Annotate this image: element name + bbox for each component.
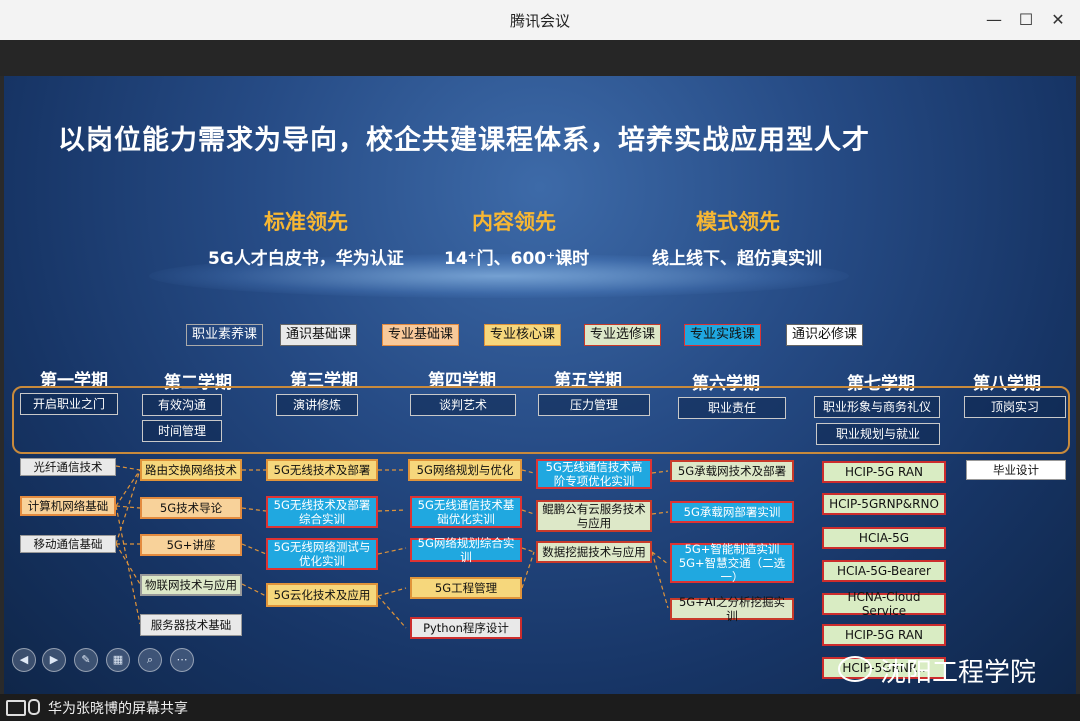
shared-slide: 以岗位能力需求为导向，校企共建课程体系，培养实战应用型人才 标准领先 5G人才白… xyxy=(4,76,1076,694)
course-card: 服务器技术基础 xyxy=(140,614,242,636)
close-button[interactable]: ✕ xyxy=(1044,6,1072,34)
course-card: 5G工程管理 xyxy=(410,577,522,599)
prev-icon[interactable]: ◀ xyxy=(12,648,36,672)
watermark: 沈阳工程学院 xyxy=(880,658,1037,688)
zoom-icon[interactable]: ⌕ xyxy=(138,648,162,672)
course-card: 毕业设计 xyxy=(966,460,1066,480)
course-card: HCIP-5G RAN xyxy=(822,624,946,646)
course-card: HCIA-5G-Bearer xyxy=(822,560,946,582)
wechat-icon xyxy=(838,656,872,682)
course-card: 路由交换网络技术 xyxy=(140,459,242,481)
course-card: 5G无线网络测试与优化实训 xyxy=(266,538,378,570)
course-card: 5G无线技术及部署 xyxy=(266,459,378,481)
course-card: 5G技术导论 xyxy=(140,497,242,519)
course-card: 物联网技术与应用 xyxy=(140,574,242,596)
maximize-button[interactable]: ☐ xyxy=(1012,6,1040,34)
course-card: 5G云化技术及应用 xyxy=(266,583,378,607)
course-card: 鲲鹏公有云服务技术与应用 xyxy=(536,500,652,532)
course-card: 光纤通信技术 xyxy=(20,458,116,476)
course-card: 5G无线通信技术高阶专项优化实训 xyxy=(536,459,652,489)
course-card: 计算机网络基础 xyxy=(20,496,116,516)
window-titlebar: 腾讯会议 — ☐ ✕ xyxy=(0,0,1080,41)
window-title: 腾讯会议 xyxy=(509,12,570,30)
course-card: 5G承载网技术及部署 xyxy=(670,460,794,482)
course-card: HCIA-5G xyxy=(822,527,946,549)
course-card: HCIP-5G RAN xyxy=(822,461,946,483)
course-card: HCIP-5GRNP&RNO xyxy=(822,493,946,515)
microphone-icon[interactable] xyxy=(28,699,40,715)
course-card: HCNA-Cloud Service xyxy=(822,590,946,618)
pen-icon[interactable]: ✎ xyxy=(74,648,98,672)
share-status-text: 华为张晓博的屏幕共享 xyxy=(48,701,188,717)
screen-share-bar: 华为张晓博的屏幕共享 xyxy=(0,694,1080,721)
course-card: 5G网络规划综合实训 xyxy=(410,536,522,564)
course-card: 5G网络规划与优化 xyxy=(408,459,522,481)
course-card: 5G承载网部署实训 xyxy=(670,501,794,523)
course-card: Python程序设计 xyxy=(410,617,522,639)
screen-share-icon xyxy=(6,700,26,716)
top-dark-strip xyxy=(0,40,1080,76)
course-card: 5G无线技术及部署综合实训 xyxy=(266,496,378,528)
grid-icon[interactable]: ▦ xyxy=(106,648,130,672)
minimize-button[interactable]: — xyxy=(980,6,1008,34)
course-card: 移动通信基础 xyxy=(20,535,116,553)
more-icon[interactable]: ⋯ xyxy=(170,648,194,672)
course-card: 数据挖掘技术与应用 xyxy=(536,541,652,563)
course-card: 5G+讲座 xyxy=(140,534,242,556)
course-card: 5G无线通信技术基础优化实训 xyxy=(410,496,522,528)
course-card: 5G+智能制造实训 5G+智慧交通（二选一） xyxy=(670,542,794,584)
course-card: 5G+AI之分析挖掘实训 xyxy=(670,595,794,623)
next-icon[interactable]: ▶ xyxy=(42,648,66,672)
